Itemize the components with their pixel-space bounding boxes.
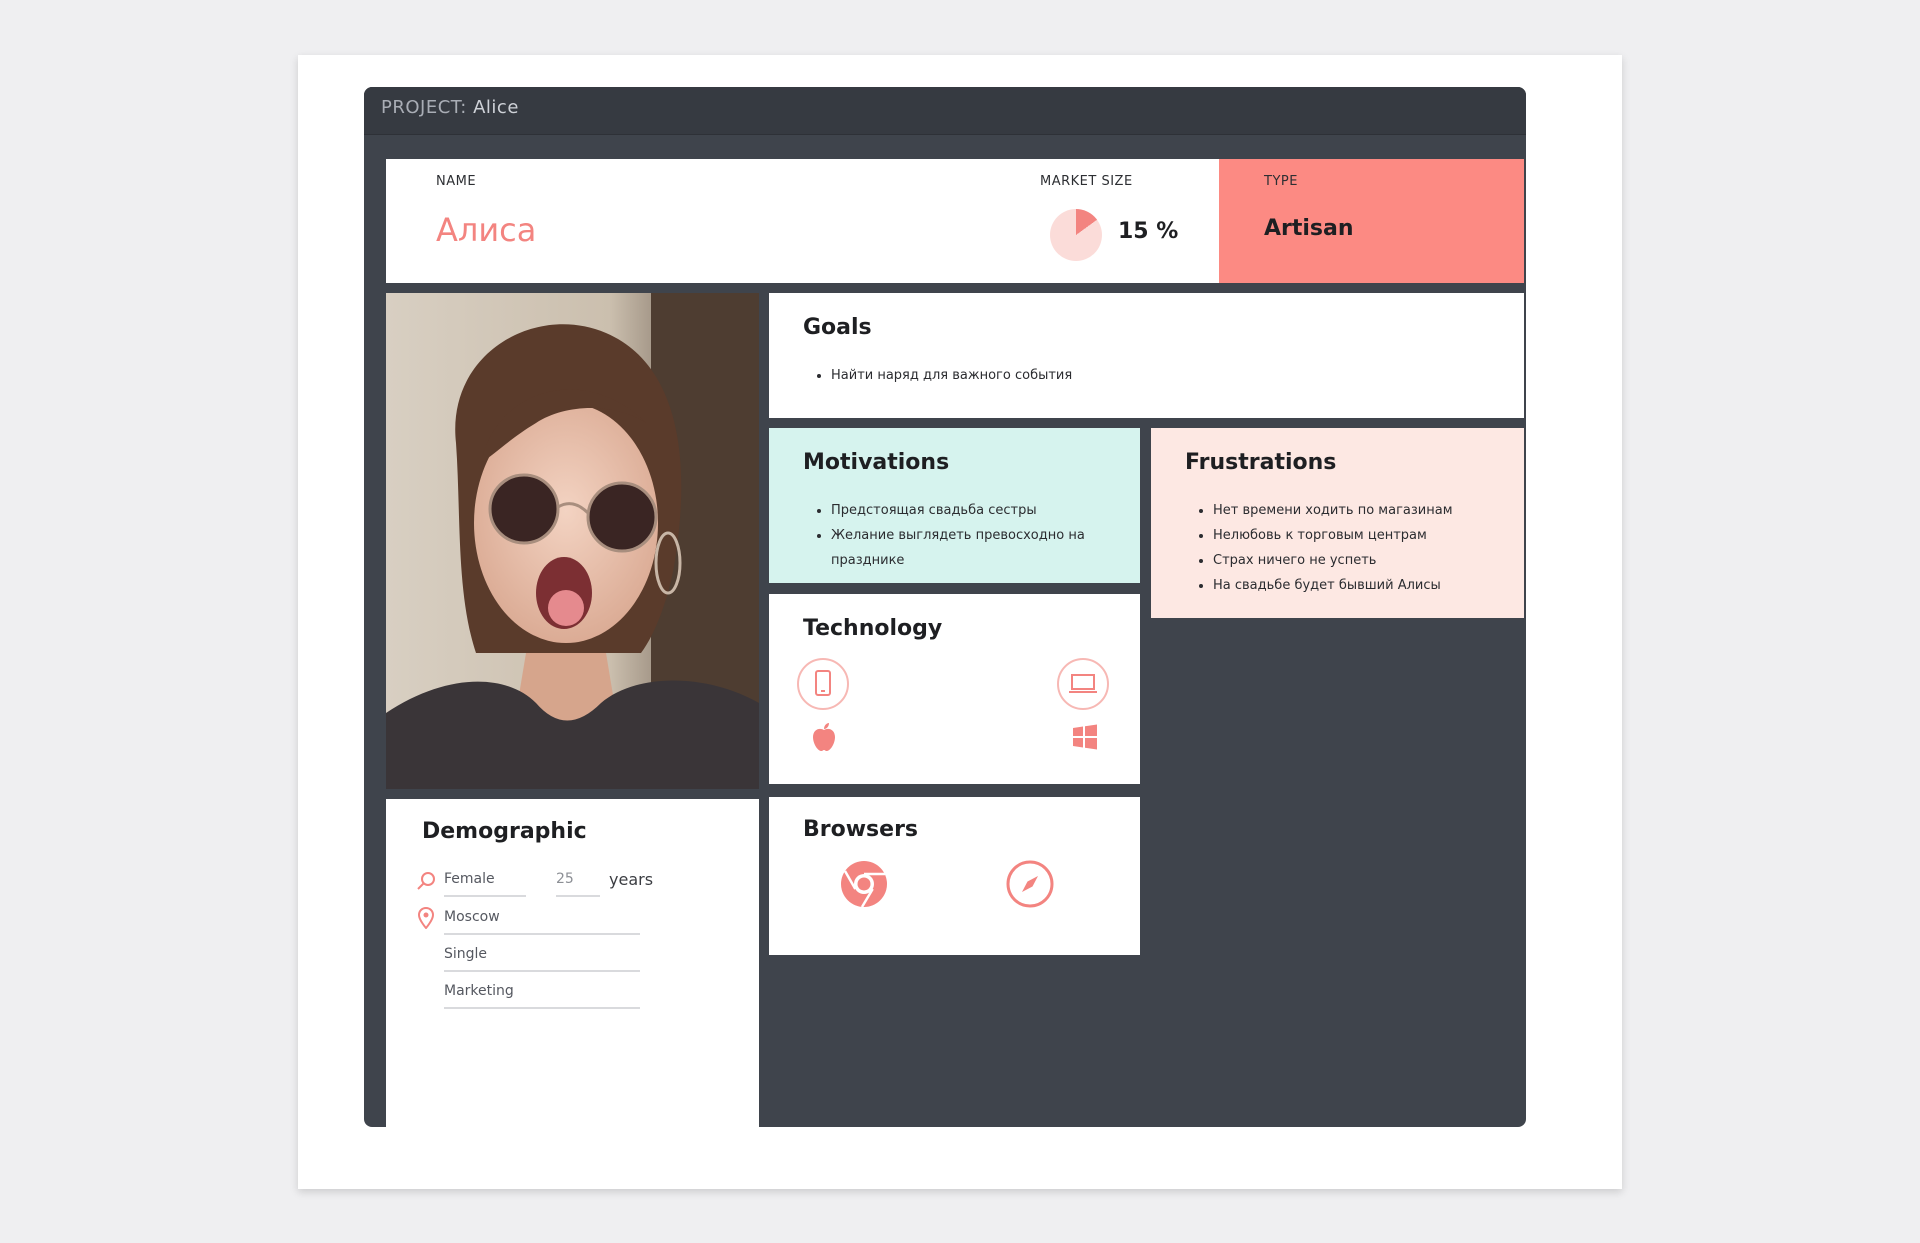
motivations-title: Motivations bbox=[803, 450, 950, 475]
type-label: TYPE bbox=[1264, 174, 1298, 189]
gender-field[interactable]: Female bbox=[444, 871, 526, 897]
occupation-field[interactable]: Marketing bbox=[444, 983, 640, 1009]
motivations-list: Предстоящая свадьба сестры Желание выгля… bbox=[803, 498, 1101, 573]
safari-icon bbox=[1005, 859, 1055, 909]
market-size-value: 15 % bbox=[1118, 219, 1179, 244]
list-item: Найти наряд для важного события bbox=[831, 363, 1072, 388]
city-field[interactable]: Moscow bbox=[444, 909, 640, 935]
windows-icon bbox=[1072, 724, 1098, 750]
persona-type-card: TYPE Artisan bbox=[1219, 159, 1524, 283]
list-item: Нелюбовь к торговым центрам bbox=[1213, 523, 1513, 548]
persona-name: Алиса bbox=[436, 211, 537, 249]
goals-title: Goals bbox=[803, 315, 872, 340]
frustrations-title: Frustrations bbox=[1185, 450, 1337, 475]
persona-photo bbox=[386, 293, 759, 789]
motivations-card: Motivations Предстоящая свадьба сестры Ж… bbox=[769, 428, 1140, 583]
market-size-label: MARKET SIZE bbox=[1040, 174, 1133, 189]
technology-title: Technology bbox=[803, 616, 943, 641]
age-unit: years bbox=[609, 870, 654, 889]
chrome-icon bbox=[839, 859, 889, 909]
laptop-icon bbox=[1057, 658, 1109, 710]
project-prefix: PROJECT: bbox=[381, 97, 467, 118]
frustrations-list: Нет времени ходить по магазинам Нелюбовь… bbox=[1185, 498, 1513, 598]
list-item: Страх ничего не успеть bbox=[1213, 548, 1513, 573]
apple-icon bbox=[811, 722, 837, 752]
demographic-title: Demographic bbox=[422, 819, 587, 844]
gender-icon bbox=[416, 871, 436, 891]
persona-type: Artisan bbox=[1264, 216, 1354, 241]
list-item: Предстоящая свадьба сестры bbox=[831, 498, 1101, 523]
status-field[interactable]: Single bbox=[444, 946, 640, 972]
list-item: На свадьбе будет бывший Алисы bbox=[1213, 573, 1513, 598]
market-size-pie bbox=[1050, 209, 1102, 261]
goals-list: Найти наряд для важного события bbox=[803, 363, 1072, 388]
persona-window: PROJECT: Alice NAME Алиса MARKET SIZE 15… bbox=[364, 87, 1526, 1127]
list-item: Нет времени ходить по магазинам bbox=[1213, 498, 1513, 523]
persona-header-card: NAME Алиса MARKET SIZE 15 % bbox=[386, 159, 1222, 283]
goals-card: Goals Найти наряд для важного события bbox=[769, 293, 1524, 418]
project-name: Alice bbox=[473, 97, 519, 118]
demographic-card: Demographic Female 25 years Moscow Singl… bbox=[386, 799, 759, 1127]
age-field[interactable]: 25 bbox=[556, 871, 600, 897]
name-label: NAME bbox=[436, 174, 477, 189]
title-bar: PROJECT: Alice bbox=[364, 87, 1526, 135]
browsers-card: Browsers bbox=[769, 797, 1140, 955]
frustrations-card: Frustrations Нет времени ходить по магаз… bbox=[1151, 428, 1524, 618]
list-item: Желание выглядеть превосходно на праздни… bbox=[831, 523, 1101, 573]
technology-card: Technology bbox=[769, 594, 1140, 784]
window-title: PROJECT: Alice bbox=[381, 97, 519, 118]
location-pin-icon bbox=[417, 906, 435, 930]
smartphone-icon bbox=[797, 658, 849, 710]
browsers-title: Browsers bbox=[803, 817, 919, 842]
